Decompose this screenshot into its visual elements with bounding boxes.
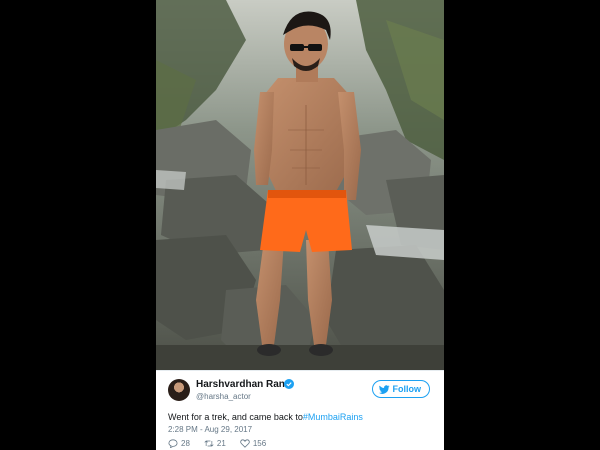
timestamp[interactable]: 2:28 PM - Aug 29, 2017 xyxy=(168,425,252,434)
like-button[interactable]: 156 xyxy=(240,439,266,448)
photo-illustration xyxy=(156,0,444,370)
tweet-card: Harshvardhan Rane @harsha_actor Follow W… xyxy=(156,0,444,450)
follow-button[interactable]: Follow xyxy=(371,380,430,398)
tweet-body: Harshvardhan Rane @harsha_actor Follow W… xyxy=(156,370,444,450)
reply-count: 28 xyxy=(181,439,190,448)
handle[interactable]: @harsha_actor xyxy=(196,392,251,401)
tweet-text-prefix: Went for a trek, and came back to xyxy=(168,412,303,422)
retweet-count: 21 xyxy=(216,439,226,448)
hashtag-link[interactable]: #MumbaiRains xyxy=(303,412,363,422)
retweet-button[interactable]: 21 xyxy=(204,439,226,448)
tweet-photo[interactable] xyxy=(156,0,444,370)
follow-label: Follow xyxy=(392,384,422,394)
avatar[interactable] xyxy=(168,379,190,401)
verified-badge-icon xyxy=(284,379,294,389)
twitter-bird-icon xyxy=(378,384,390,394)
tweet-actions: 28 21 156 xyxy=(168,439,266,448)
reply-icon xyxy=(168,439,178,448)
display-name[interactable]: Harshvardhan Rane xyxy=(196,379,290,390)
reply-button[interactable]: 28 xyxy=(168,439,190,448)
tweet-text: Went for a trek, and came back to#Mumbai… xyxy=(168,412,363,422)
heart-icon xyxy=(240,439,250,448)
like-count: 156 xyxy=(252,439,267,448)
retweet-icon xyxy=(204,440,214,447)
